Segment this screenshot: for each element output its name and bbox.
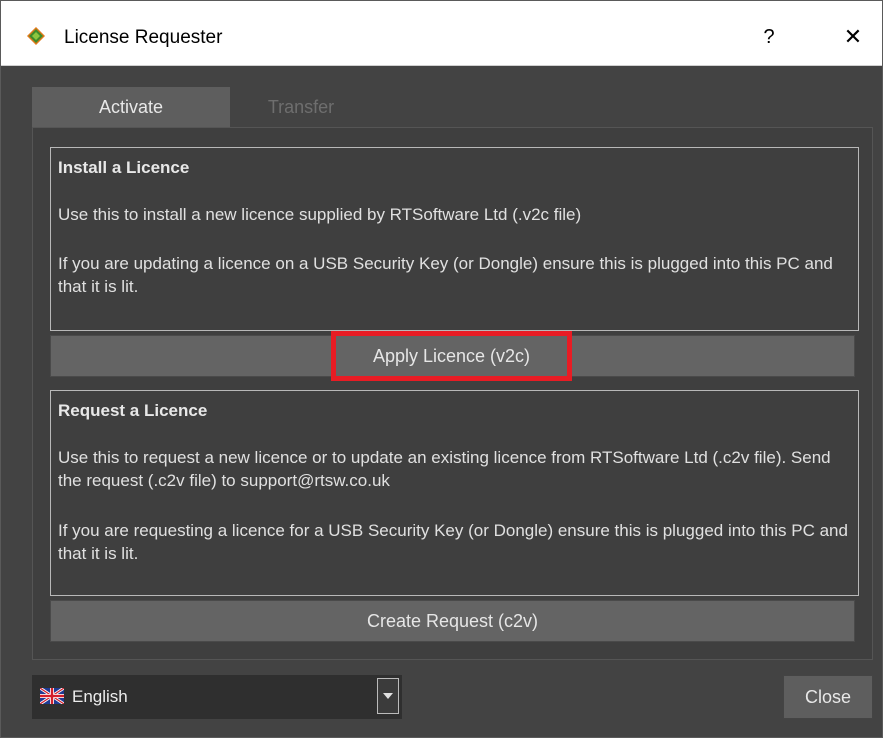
request-licence-description: Use this to request a new licence or to …	[58, 448, 831, 490]
help-button[interactable]: ?	[749, 17, 789, 57]
app-logo-icon	[27, 27, 45, 45]
request-licence-group: Request a Licence Use this to request a …	[50, 390, 859, 596]
dropdown-toggle[interactable]	[377, 678, 399, 714]
install-licence-title: Install a Licence	[58, 158, 190, 177]
chevron-down-icon	[383, 693, 393, 699]
install-licence-description: Use this to install a new licence suppli…	[58, 205, 582, 224]
tab-activate[interactable]: Activate	[32, 87, 230, 127]
language-select[interactable]: English	[32, 675, 402, 719]
close-button[interactable]: Close	[783, 675, 873, 719]
install-licence-group: Install a Licence Use this to install a …	[50, 147, 859, 331]
close-window-button[interactable]: ✕	[833, 17, 873, 57]
tab-transfer[interactable]: Transfer	[241, 87, 361, 127]
title-bar: License Requester ? ✕	[1, 1, 882, 66]
request-licence-dongle-note: If you are requesting a licence for a US…	[58, 521, 848, 563]
window-title: License Requester	[64, 27, 223, 48]
license-requester-window: License Requester ? ✕ Activate Transfer …	[0, 0, 883, 738]
language-value: English	[72, 687, 128, 706]
install-licence-dongle-note: If you are updating a licence on a USB S…	[58, 254, 833, 296]
uk-flag-icon	[40, 688, 64, 704]
request-licence-title: Request a Licence	[58, 401, 208, 420]
create-request-button[interactable]: Create Request (c2v)	[50, 600, 855, 642]
apply-licence-button[interactable]: Apply Licence (v2c)	[331, 331, 572, 381]
